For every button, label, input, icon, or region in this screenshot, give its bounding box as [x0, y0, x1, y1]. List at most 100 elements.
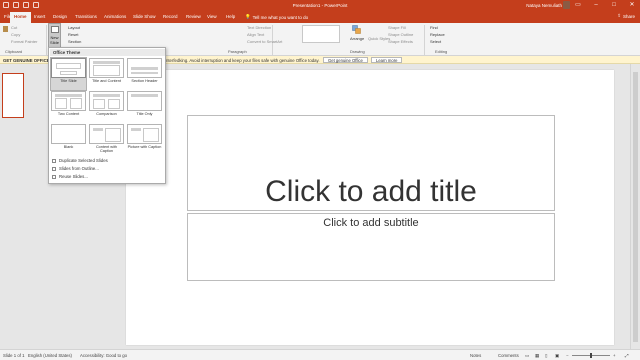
- zoom-slider-handle[interactable]: [590, 353, 592, 358]
- layout-preview: [51, 124, 86, 144]
- share-button[interactable]: ⇪ Share: [617, 13, 635, 19]
- normal-view-icon[interactable]: ▭: [525, 353, 529, 359]
- title-bar: Presentation1 - PowerPoint Nataya Nemuli…: [0, 0, 640, 11]
- layout-section-header[interactable]: Section Header: [127, 58, 162, 90]
- slide-thumbnail[interactable]: [2, 73, 24, 118]
- duplicate-selected-slides[interactable]: Duplicate Selected Slides: [52, 158, 108, 163]
- drawing-group-label: Drawing: [350, 49, 365, 54]
- new-slide-button[interactable]: New Slide: [48, 23, 61, 48]
- learn-more-button[interactable]: Learn more: [371, 56, 403, 63]
- tab-insert[interactable]: Insert: [34, 14, 45, 19]
- preview-box: [70, 98, 82, 109]
- title-placeholder[interactable]: Click to add title: [187, 115, 555, 211]
- window-controls: ▭ – □ ✕: [574, 2, 636, 8]
- preview-bar: [131, 94, 158, 97]
- select-button[interactable]: Select: [430, 39, 441, 44]
- layout-title-slide[interactable]: Title Slide: [50, 57, 87, 91]
- layout-name: Title Slide: [60, 79, 77, 83]
- zoom-in-icon[interactable]: +: [613, 353, 616, 358]
- replace-button[interactable]: Replace: [430, 32, 445, 37]
- reading-view-icon[interactable]: ▯: [545, 353, 547, 359]
- tab-transitions[interactable]: Transitions: [75, 14, 97, 19]
- arrange-button[interactable]: Arrange: [350, 36, 364, 41]
- zoom-out-icon[interactable]: −: [566, 353, 569, 358]
- tab-design[interactable]: Design: [53, 14, 67, 19]
- tab-record[interactable]: Record: [163, 14, 178, 19]
- subtitle-placeholder[interactable]: Click to add subtitle: [187, 213, 555, 281]
- layout-preview: [89, 91, 124, 111]
- layout-two-content[interactable]: Two Content: [51, 91, 86, 123]
- layout-picture-with-caption[interactable]: Picture with Caption: [127, 124, 162, 156]
- arrange-icon[interactable]: [352, 25, 361, 34]
- preview-box: [60, 71, 77, 75]
- tab-view[interactable]: View: [207, 14, 217, 19]
- language-status[interactable]: English (United States): [28, 353, 72, 358]
- tab-home[interactable]: Home: [10, 12, 31, 23]
- divider: [46, 25, 47, 55]
- comments-button[interactable]: Comments: [498, 353, 519, 358]
- align-text-button[interactable]: Align Text: [247, 32, 264, 37]
- section-button[interactable]: Section: [68, 39, 81, 44]
- layout-preview: [89, 58, 124, 78]
- convert-to-smartart-button[interactable]: Convert to SmartArt: [247, 39, 282, 44]
- tell-me-search[interactable]: 💡 Tell me what you want to do: [245, 14, 308, 20]
- quick-styles-button[interactable]: Quick Styles: [368, 36, 390, 41]
- preview-box: [93, 65, 120, 76]
- paste-icon[interactable]: [3, 26, 8, 32]
- layout-title-only[interactable]: Title Only: [127, 91, 162, 123]
- close-icon[interactable]: ✕: [628, 2, 636, 8]
- maximize-icon[interactable]: □: [610, 2, 618, 8]
- dropdown-header: Office Theme: [50, 49, 165, 56]
- layout-blank[interactable]: Blank: [51, 124, 86, 156]
- tab-help[interactable]: Help: [226, 14, 235, 19]
- slide-show-icon[interactable]: ▣: [555, 353, 559, 359]
- tab-slide-show[interactable]: Slide Show: [133, 14, 156, 19]
- shape-effects-button[interactable]: Shape Effects: [388, 39, 413, 44]
- preview-box: [93, 99, 105, 109]
- banner-message: interfedking. Avoid interruption and kee…: [165, 57, 320, 63]
- command-label: Duplicate Selected Slides: [59, 158, 108, 163]
- duplicate-icon: [52, 158, 56, 163]
- preview-box: [56, 63, 81, 69]
- avatar[interactable]: [563, 1, 570, 9]
- format-painter-button[interactable]: Format Painter: [11, 39, 37, 44]
- find-button[interactable]: Find: [430, 25, 438, 30]
- layout-name: Picture with Caption: [127, 145, 162, 149]
- text-direction-button[interactable]: Text Direction: [247, 25, 271, 30]
- subtitle-placeholder-text: Click to add subtitle: [323, 217, 419, 229]
- user-name[interactable]: Nataya Nemuliath: [526, 3, 562, 8]
- cut-button[interactable]: Cut: [11, 25, 17, 30]
- layout-preview: [127, 124, 162, 144]
- editing-group-label: Editing: [435, 49, 448, 54]
- reset-button[interactable]: Reset: [68, 32, 78, 37]
- slide-sorter-icon[interactable]: ▦: [535, 353, 539, 359]
- ribbon-display-icon[interactable]: ▭: [574, 2, 582, 8]
- layout-name: Title and Content: [92, 79, 121, 83]
- layout-content-with-caption[interactable]: Content with Caption: [89, 124, 124, 156]
- layout-button[interactable]: Layout: [68, 25, 80, 30]
- preview-bar: [131, 128, 141, 131]
- notes-button[interactable]: Notes: [470, 353, 481, 358]
- layout-preview: [127, 91, 162, 111]
- tab-animations[interactable]: Animations: [104, 14, 126, 19]
- layout-title-and-content[interactable]: Title and Content: [89, 58, 124, 90]
- vertical-scrollbar[interactable]: [630, 64, 640, 349]
- fit-to-window-icon[interactable]: ⤢: [625, 353, 628, 358]
- new-slide-icon: [51, 26, 59, 33]
- slides-from-outline[interactable]: Slides from Outline...: [52, 166, 99, 171]
- layout-name: Two Content: [57, 112, 80, 116]
- shapes-gallery[interactable]: [302, 25, 340, 43]
- reuse-slides[interactable]: Reuse Slides...: [52, 174, 88, 179]
- accessibility-status[interactable]: Accessibility: Good to go: [80, 353, 127, 358]
- layout-comparison[interactable]: Comparison: [89, 91, 124, 123]
- scrollbar-thumb[interactable]: [633, 72, 638, 342]
- minimize-icon[interactable]: –: [592, 2, 600, 8]
- shape-fill-button[interactable]: Shape Fill: [388, 25, 406, 30]
- shape-outline-button[interactable]: Shape Outline: [388, 32, 413, 37]
- copy-button[interactable]: Copy: [11, 32, 20, 37]
- tab-review[interactable]: Review: [186, 14, 201, 19]
- get-genuine-office-button[interactable]: Get genuine Office: [323, 56, 368, 63]
- preview-bar: [93, 128, 103, 131]
- ribbon-tabs: File Home Insert Design Transitions Anim…: [0, 11, 640, 23]
- divider: [424, 25, 425, 55]
